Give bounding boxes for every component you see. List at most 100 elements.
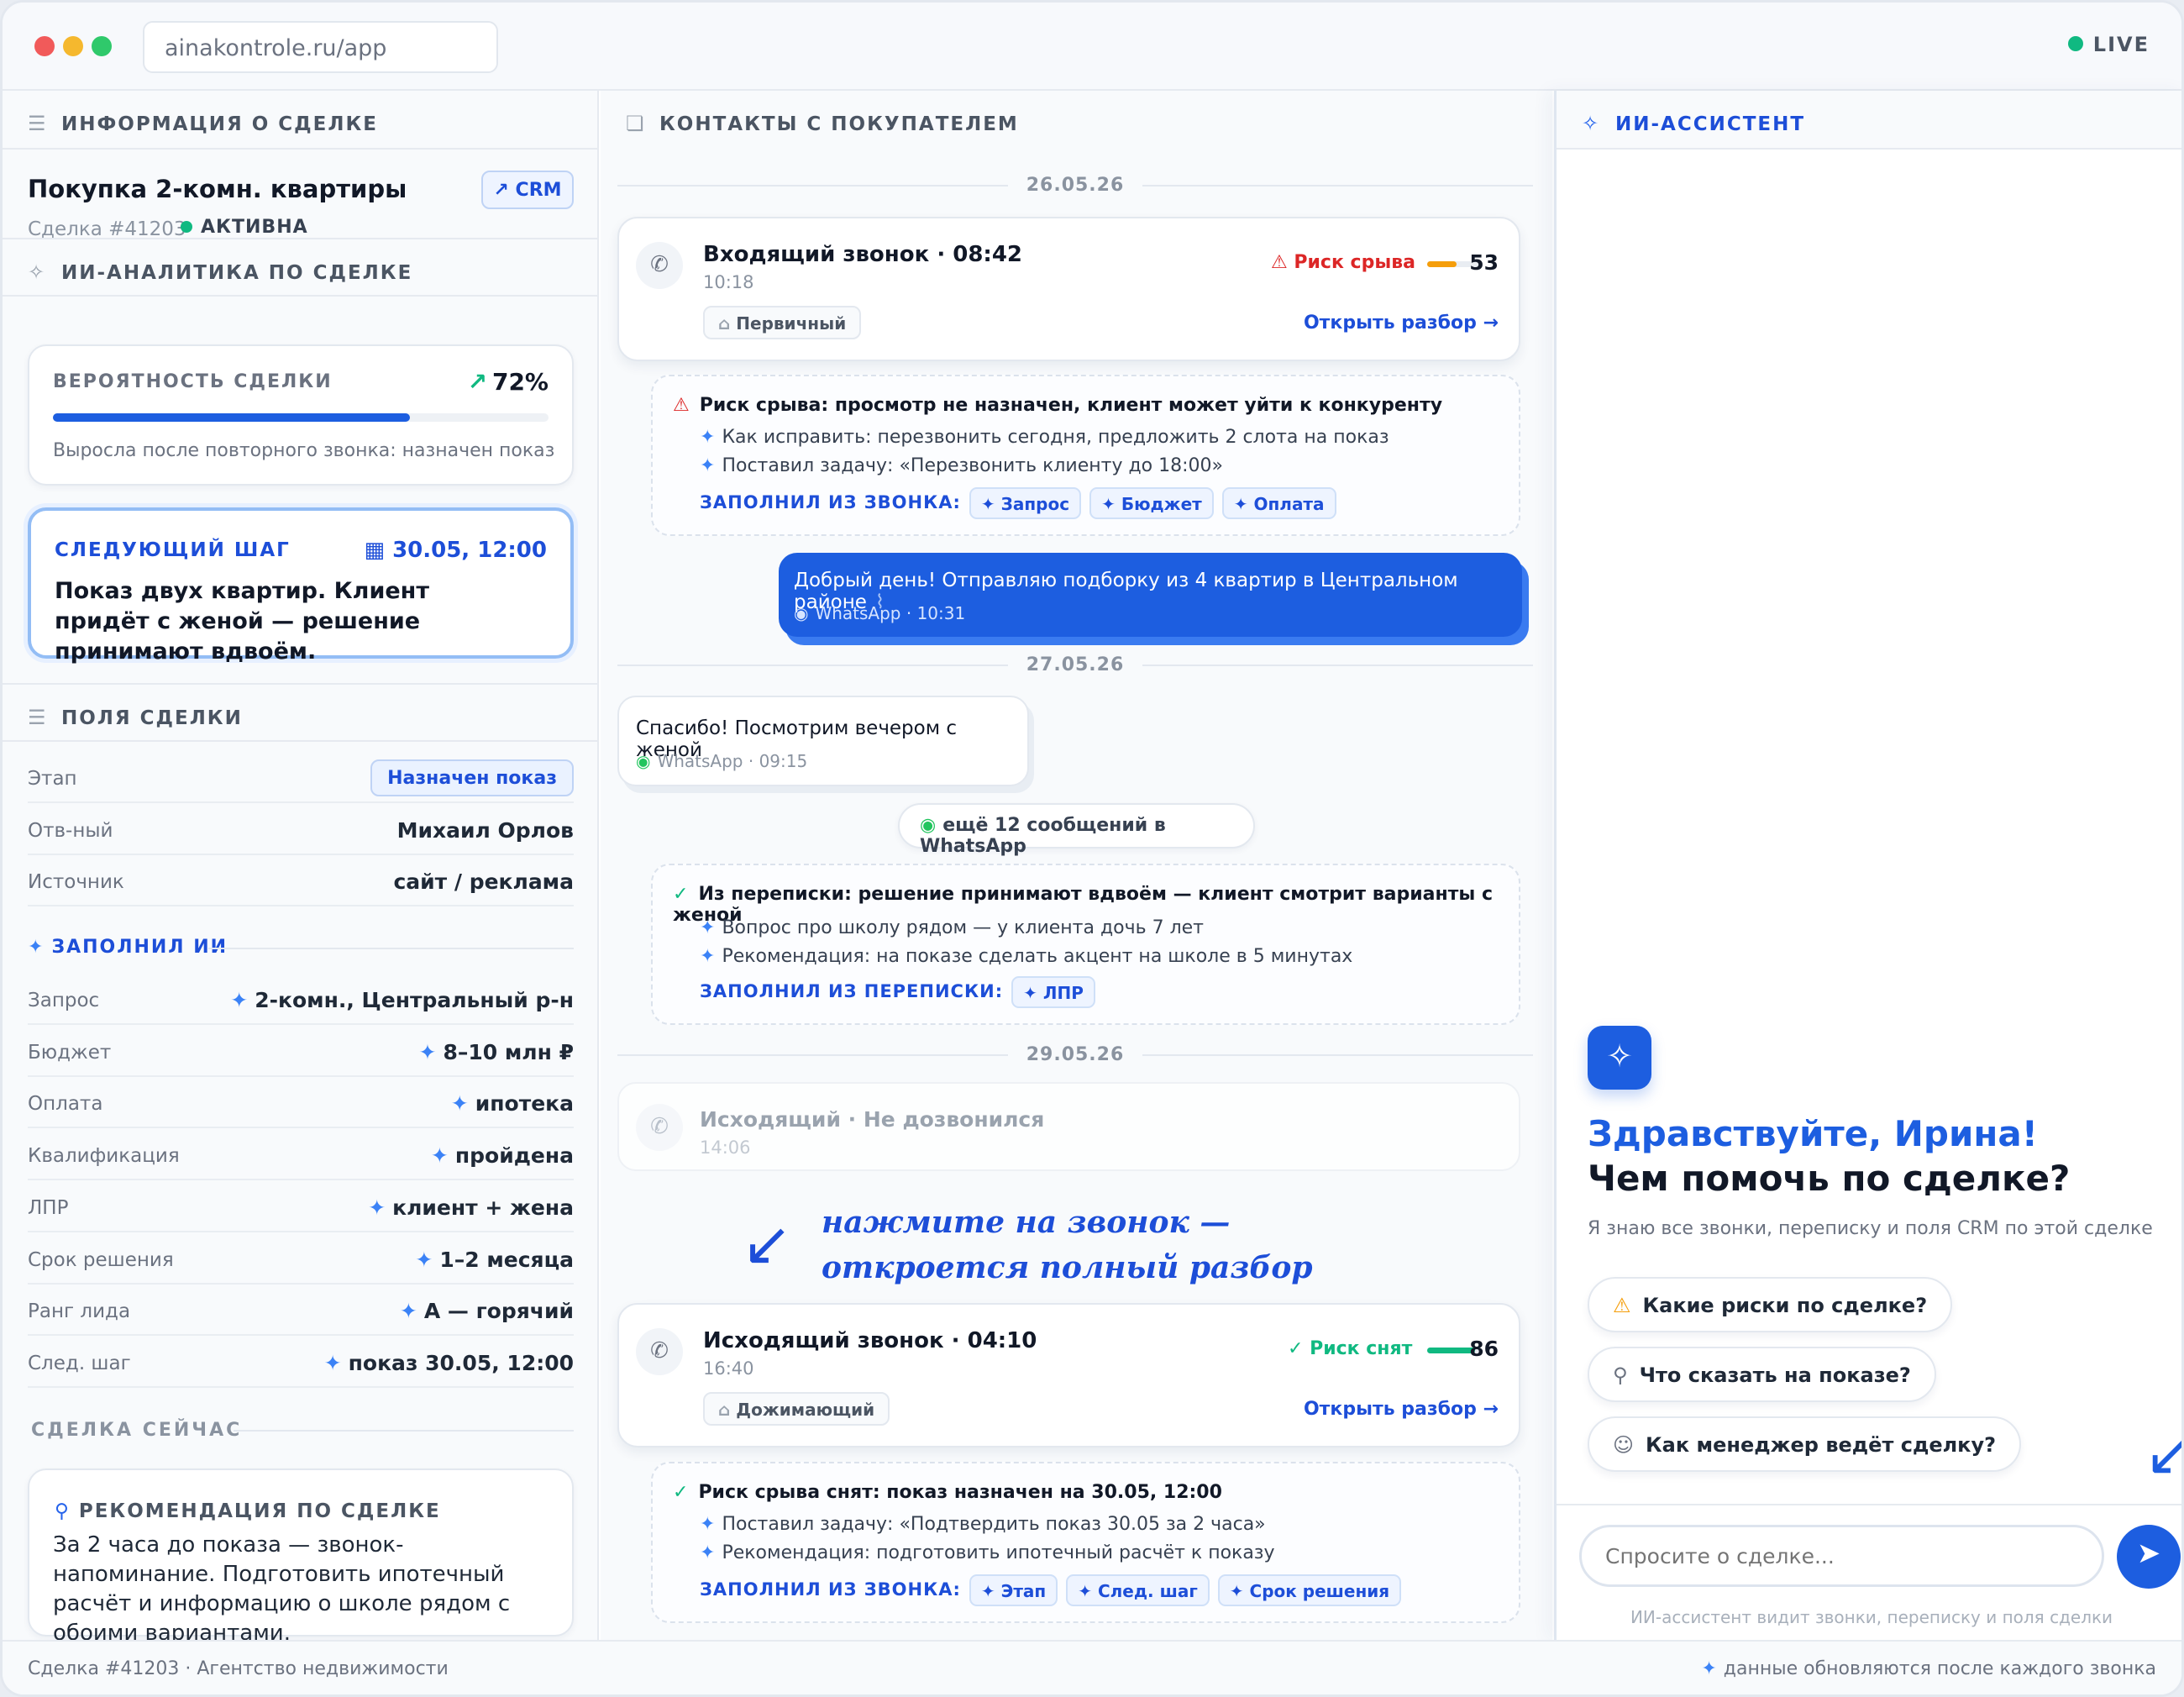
call-time: 10:18 bbox=[703, 272, 754, 292]
field-chip[interactable]: ✦ След. шаг bbox=[1066, 1574, 1210, 1606]
deal-fields-header: ☰ ПОЛЯ СДЕЛКИ bbox=[3, 683, 597, 742]
call-title: Входящий звонок · 08:42 bbox=[703, 242, 1023, 267]
insight-line: ✦ Поставил задачу: «Перезвонить клиенту д… bbox=[700, 455, 1223, 476]
quick-question-risks[interactable]: ⚠ Какие риски по сделке? bbox=[1588, 1277, 1953, 1332]
sparkle-icon: ✦ bbox=[700, 917, 716, 938]
outgoing-message[interactable]: Добрый день! Отправляю подборку из 4 ква… bbox=[779, 553, 1522, 637]
risk-label: ✓ Риск снят bbox=[1288, 1338, 1413, 1359]
sparkle-icon: ✦ bbox=[700, 1514, 716, 1535]
minimize-window-dot[interactable] bbox=[63, 36, 83, 56]
ai-field-row: Ранг лида ✦ A — горячий bbox=[28, 1285, 574, 1336]
missed-call-card[interactable]: ✆ Исходящий · Не дозвонился 14:06 bbox=[617, 1082, 1520, 1171]
field-key: Срок решения bbox=[28, 1249, 174, 1271]
field-chip[interactable]: ✦ Этап bbox=[969, 1574, 1058, 1606]
phone-outgoing-icon: ✆ bbox=[636, 1328, 683, 1375]
hint-arrow-icon: ↙ bbox=[2145, 1420, 2181, 1489]
field-value: ✦ клиент + жена bbox=[368, 1195, 574, 1220]
status-dot-icon bbox=[181, 221, 192, 233]
hint-arrow-icon: ↙ bbox=[742, 1208, 793, 1279]
chat-icon: ❏ bbox=[626, 112, 646, 135]
send-button[interactable]: ➤ bbox=[2117, 1525, 2181, 1589]
divider bbox=[234, 1430, 574, 1432]
field-chip[interactable]: ✦ Срок решения bbox=[1217, 1574, 1402, 1606]
open-analysis-link[interactable]: Открыть разбор → bbox=[1304, 1399, 1499, 1420]
risk-score: 86 bbox=[1469, 1337, 1499, 1361]
call-tag: ⌂ Первичный bbox=[703, 306, 862, 339]
check-circle-icon: ✓ bbox=[673, 884, 689, 905]
phone-missed-icon: ✆ bbox=[636, 1104, 683, 1151]
sparkle-icon: ✦ bbox=[368, 1195, 386, 1220]
app-window: ainakontrole.ru/app LIVE ☰ ИНФОРМАЦИЯ О С… bbox=[0, 0, 2184, 1697]
footer-deal-info: Сделка #41203 · Агентство недвижимости bbox=[28, 1658, 449, 1679]
field-key: Ранг лида bbox=[28, 1300, 131, 1322]
risk-bar-fill bbox=[1427, 261, 1457, 267]
field-chip[interactable]: ✦ ЛПР bbox=[1011, 976, 1095, 1008]
incoming-message[interactable]: Спасибо! Посмотрим вечером с женой ◉ What… bbox=[617, 696, 1029, 786]
whatsapp-icon: ◉ bbox=[636, 751, 651, 771]
quick-question-manager[interactable]: ☺ Как менеджер ведёт сделку? bbox=[1588, 1416, 2022, 1472]
sparkle-icon: ✦ bbox=[28, 937, 45, 958]
open-crm-button[interactable]: ↗ CRM bbox=[481, 171, 574, 209]
field-chip[interactable]: ✦ Оплата bbox=[1221, 487, 1336, 519]
live-dot-icon bbox=[2067, 36, 2083, 51]
contacts-header: ❏ КОНТАКТЫ С ПОКУПАТЕЛЕМ bbox=[601, 91, 1552, 150]
sparkle-icon: ✦ bbox=[700, 946, 716, 967]
live-indicator: LIVE bbox=[2067, 33, 2150, 56]
sparkle-icon: ✦ bbox=[700, 1542, 716, 1563]
chat-input[interactable] bbox=[1579, 1525, 2104, 1587]
filled-from-call: ЗАПОЛНИЛ ИЗ ЗВОНКА: ✦ Запрос ✦ Бюджет ✦ Опл… bbox=[700, 487, 1336, 519]
next-step-label: СЛЕДУЮЩИЙ ШАГ bbox=[55, 539, 291, 561]
more-messages-button[interactable]: ◉ ещё 12 сообщений в WhatsApp bbox=[898, 803, 1255, 857]
open-analysis-link[interactable]: Открыть разбор → bbox=[1304, 313, 1499, 334]
ai-field-row: След. шаг ✦ показ 30.05, 12:00 bbox=[28, 1337, 574, 1388]
trend-up-icon: ↗ bbox=[467, 368, 487, 396]
call-card-incoming[interactable]: ✆ Входящий звонок · 08:42 10:18 ⌂ Первич… bbox=[617, 217, 1520, 361]
probability-card: ВЕРОЯТНОСТЬ СДЕЛКИ ↗ 72% Выросла после по… bbox=[28, 344, 574, 486]
status-bar: Сделка #41203 · Агентство недвижимости ✦… bbox=[3, 1640, 2181, 1694]
insight-line: ✦ Рекомендация: на показе сделать акцент … bbox=[700, 946, 1353, 967]
recommendation-label: ⚲ РЕКОМЕНДАЦИЯ ПО СДЕЛКЕ bbox=[55, 1500, 441, 1522]
sparkle-icon: ✦ bbox=[323, 1351, 342, 1375]
user-icon: ☺ bbox=[1613, 1433, 1635, 1457]
database-icon: ☰ bbox=[28, 706, 48, 729]
chat-note: ИИ-ассистент видит звонки, переписку и п… bbox=[1630, 1607, 2113, 1627]
field-value: ✦ 8–10 млн ₽ bbox=[418, 1040, 574, 1064]
risk-bar-fill bbox=[1427, 1348, 1475, 1353]
insight-line: ✦ Рекомендация: подготовить ипотечный рас… bbox=[700, 1542, 1275, 1563]
next-step-card[interactable]: СЛЕДУЮЩИЙ ШАГ ▦ 30.05, 12:00 Показ двух … bbox=[28, 507, 574, 665]
sparkle-icon: ✦ bbox=[1701, 1658, 1717, 1679]
sparkle-icon: ✦ bbox=[450, 1091, 469, 1116]
field-key: Бюджет bbox=[28, 1042, 112, 1064]
deal-info-header: ☰ ИНФОРМАЦИЯ О СДЕЛКЕ bbox=[3, 91, 597, 150]
tag-icon: ⌂ bbox=[718, 313, 737, 334]
field-key: ЛПР bbox=[28, 1197, 69, 1219]
database-icon: ☰ bbox=[28, 112, 48, 135]
field-chip[interactable]: ✦ Бюджет bbox=[1089, 487, 1214, 519]
field-row-stage: Этап Назначен показ bbox=[28, 753, 574, 803]
field-row-source: Источник сайт / реклама bbox=[28, 856, 574, 906]
maximize-window-dot[interactable] bbox=[92, 36, 112, 56]
check-circle-icon: ✓ bbox=[673, 1482, 689, 1503]
field-key: Запрос bbox=[28, 990, 100, 1011]
ai-assistant-panel: ✧ ИИ-АССИСТЕНТ ✧ Здравствуйте, Ирина! Чем… bbox=[1554, 91, 2181, 1640]
probability-bar-fill bbox=[53, 413, 410, 422]
sparkle-icon: ✦ bbox=[700, 427, 716, 448]
filled-from-call: ЗАПОЛНИЛ ИЗ ЗВОНКА: ✦ Этап ✦ След. шаг ✦ Ср… bbox=[700, 1574, 1402, 1606]
tag-icon: ⌂ bbox=[718, 1400, 737, 1420]
live-label: LIVE bbox=[2092, 33, 2150, 56]
title-bar: ainakontrole.ru/app LIVE bbox=[3, 3, 2181, 91]
field-chip[interactable]: ✦ Запрос bbox=[969, 487, 1082, 519]
whatsapp-icon: ◉ bbox=[920, 815, 937, 836]
ai-field-row: Запрос ✦ 2-комн., Центральный р-н bbox=[28, 975, 574, 1025]
risk-label: ⚠ Риск срыва bbox=[1271, 252, 1416, 273]
date-label: 29.05.26 bbox=[1008, 1044, 1142, 1065]
sparkle-icon: ✦ bbox=[418, 1040, 437, 1064]
sparkle-icon: ✦ bbox=[430, 1143, 449, 1168]
address-bar[interactable]: ainakontrole.ru/app bbox=[143, 21, 498, 73]
stage-pill[interactable]: Назначен показ bbox=[370, 759, 574, 796]
close-window-dot[interactable] bbox=[34, 36, 55, 56]
field-value: ✦ 2-комн., Центральный р-н bbox=[230, 988, 574, 1012]
insight-line: ✦ Как исправить: перезвонить сегодня, пре… bbox=[700, 427, 1389, 448]
quick-question-showing[interactable]: ⚲ Что сказать на показе? bbox=[1588, 1347, 1936, 1402]
call-card-outgoing[interactable]: ✆ Исходящий звонок · 04:10 16:40 ⌂ Дожим… bbox=[617, 1303, 1520, 1447]
